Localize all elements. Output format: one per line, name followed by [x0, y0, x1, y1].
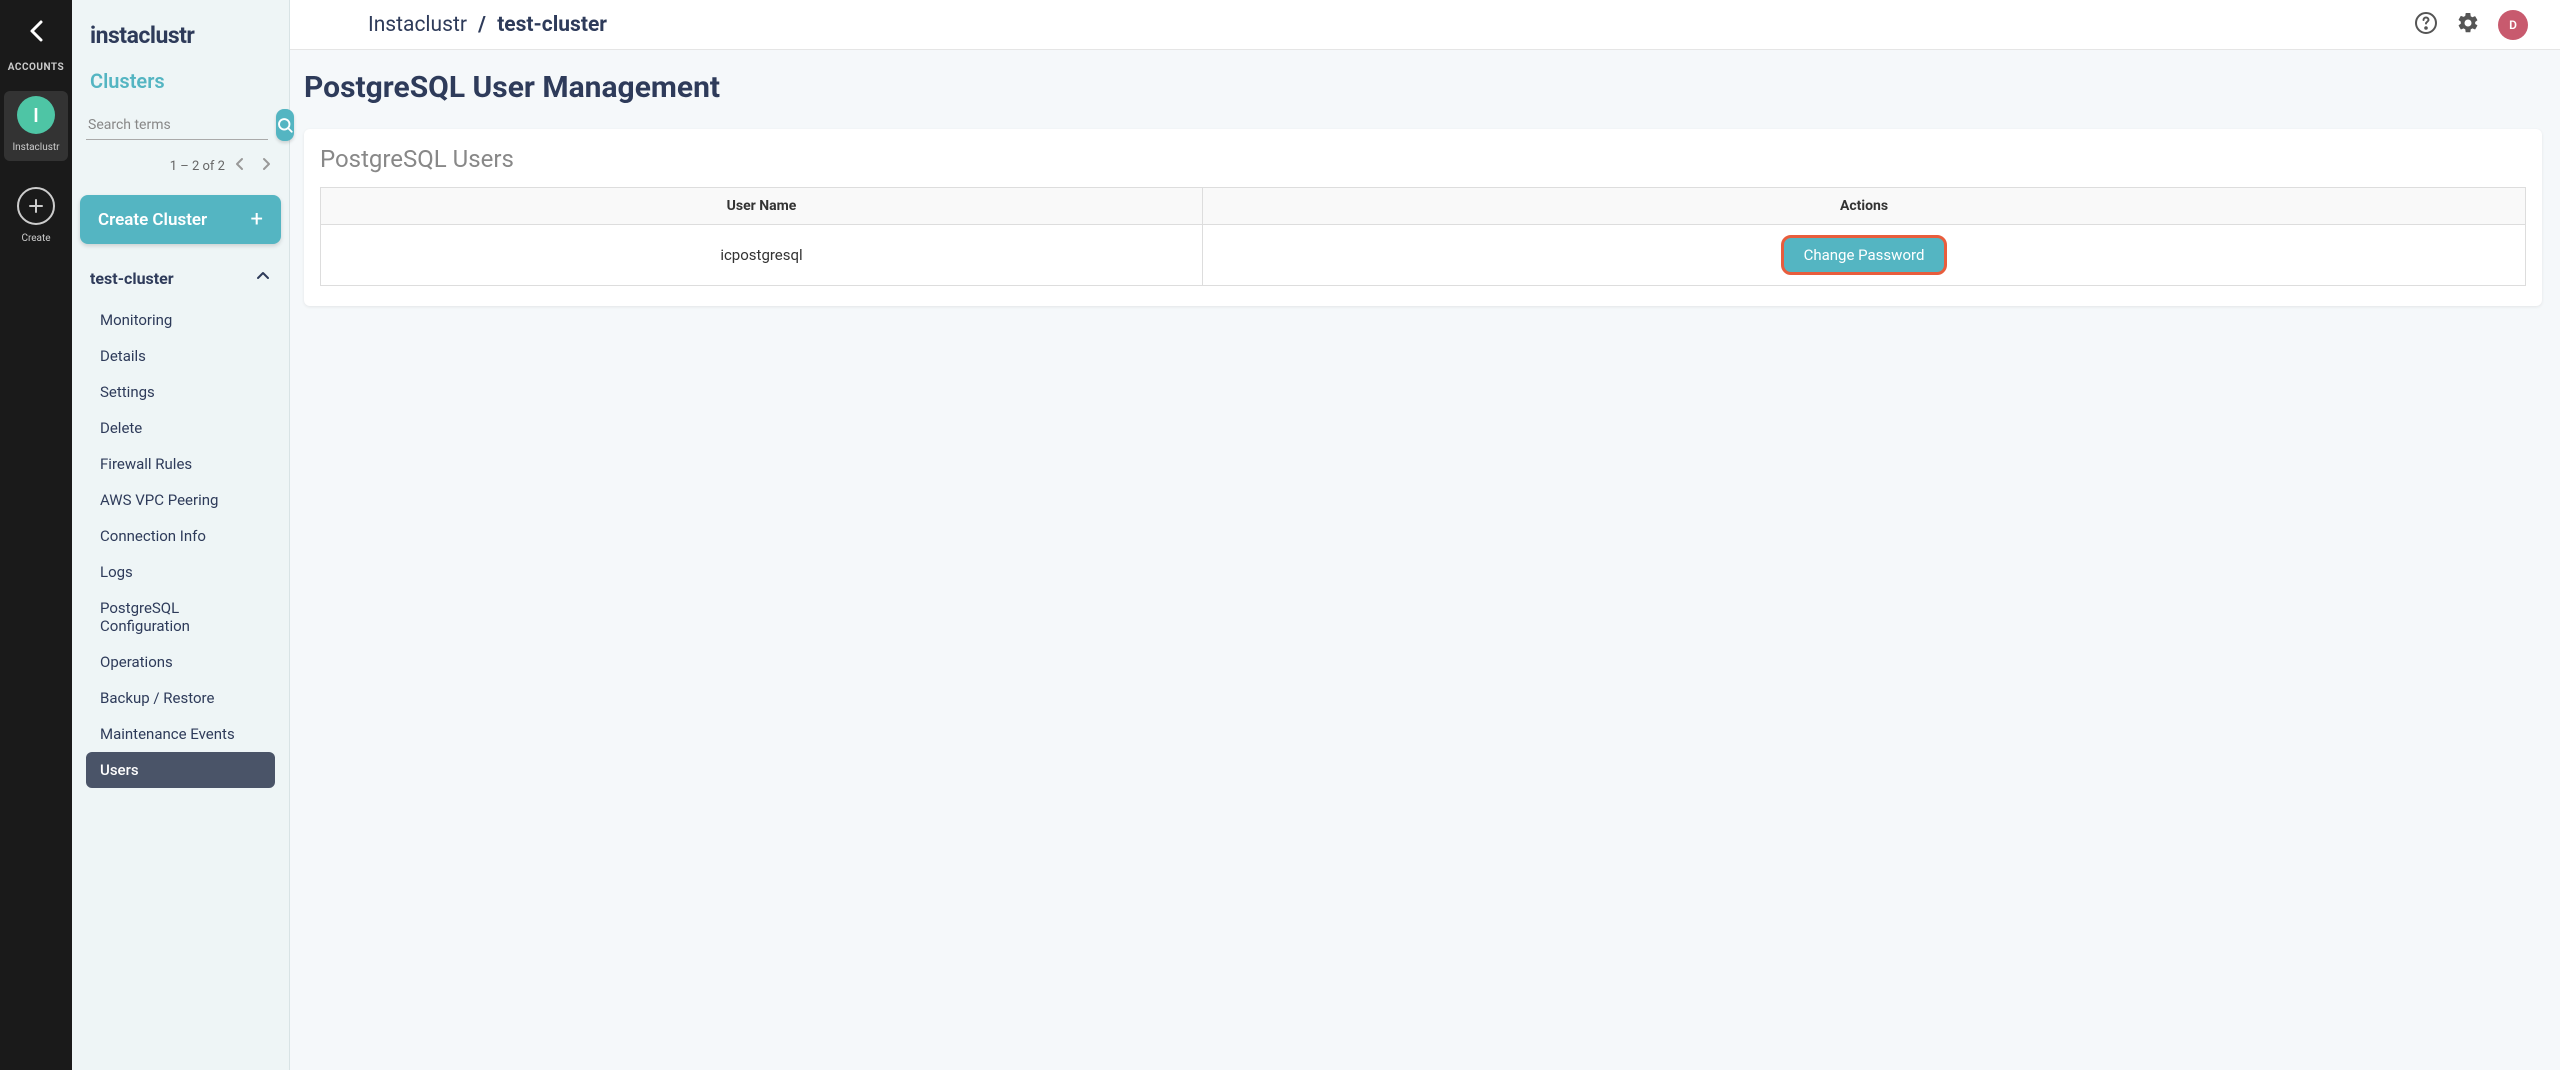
cluster-nav: Monitoring Details Settings Delete Firew…	[72, 302, 289, 788]
nav-details[interactable]: Details	[86, 338, 275, 374]
breadcrumb-main[interactable]: Instaclustr	[368, 13, 467, 37]
clusters-title: Clusters	[72, 59, 289, 103]
table-header-row: User Name Actions	[321, 188, 2526, 225]
nav-operations[interactable]: Operations	[86, 644, 275, 680]
top-icons: D	[2414, 10, 2528, 40]
cell-username: icpostgresql	[321, 225, 1203, 286]
nav-maintenance-events[interactable]: Maintenance Events	[86, 716, 275, 752]
search-input[interactable]	[86, 111, 268, 140]
content-area: PostgreSQL User Management PostgreSQL Us…	[290, 50, 2560, 1070]
account-item-instaclustr[interactable]: I Instaclustr	[4, 91, 68, 161]
top-bar: Instaclustr / test-cluster D	[290, 0, 2560, 50]
user-avatar[interactable]: D	[2498, 10, 2528, 40]
create-cluster-button[interactable]: Create Cluster +	[80, 195, 281, 244]
nav-connection-info[interactable]: Connection Info	[86, 518, 275, 554]
cell-actions: Change Password	[1203, 225, 2526, 286]
users-card: PostgreSQL Users User Name Actions icpos…	[304, 129, 2542, 306]
plus-icon: +	[251, 207, 263, 232]
create-cluster-label: Create Cluster	[98, 210, 207, 230]
logo: instaclustr	[90, 22, 271, 49]
gear-icon[interactable]	[2456, 11, 2480, 39]
nav-postgresql-configuration[interactable]: PostgreSQL Configuration	[86, 590, 275, 644]
nav-delete[interactable]: Delete	[86, 410, 275, 446]
create-account-label: Create	[21, 233, 50, 244]
nav-logs[interactable]: Logs	[86, 554, 275, 590]
help-icon[interactable]	[2414, 11, 2438, 39]
account-avatar-icon: I	[17, 96, 55, 134]
nav-users[interactable]: Users	[86, 752, 275, 788]
nav-monitoring[interactable]: Monitoring	[86, 302, 275, 338]
accounts-sidebar: ACCOUNTS I Instaclustr Create	[0, 0, 72, 1070]
cluster-name-label: test-cluster	[90, 269, 174, 288]
card-title: PostgreSQL Users	[320, 145, 2526, 173]
clusters-panel: instaclustr Clusters 1 – 2 of 2 Create C…	[72, 0, 290, 1070]
pagination-text: 1 – 2 of 2	[170, 159, 225, 174]
create-account-button[interactable]: Create	[17, 187, 55, 244]
nav-settings[interactable]: Settings	[86, 374, 275, 410]
chevron-up-icon	[255, 268, 271, 288]
accounts-label: ACCOUNTS	[8, 62, 64, 73]
table-row: icpostgresql Change Password	[321, 225, 2526, 286]
main-content: Instaclustr / test-cluster D PostgreSQL …	[290, 0, 2560, 1070]
nav-backup-restore[interactable]: Backup / Restore	[86, 680, 275, 716]
nav-aws-vpc-peering[interactable]: AWS VPC Peering	[86, 482, 275, 518]
search-row	[72, 103, 289, 147]
users-table: User Name Actions icpostgresql Change Pa…	[320, 187, 2526, 286]
header-actions: Actions	[1203, 188, 2526, 225]
pagination: 1 – 2 of 2	[72, 147, 289, 185]
pagination-next-icon[interactable]	[255, 155, 277, 177]
back-icon[interactable]	[27, 18, 45, 48]
header-username: User Name	[321, 188, 1203, 225]
change-password-button[interactable]: Change Password	[1781, 235, 1948, 275]
breadcrumb: Instaclustr / test-cluster	[368, 13, 607, 37]
cluster-toggle[interactable]: test-cluster	[72, 254, 289, 302]
logo-area: instaclustr	[72, 0, 289, 59]
account-name-label: Instaclustr	[12, 142, 59, 153]
pagination-prev-icon[interactable]	[229, 155, 251, 177]
breadcrumb-separator: /	[478, 13, 486, 37]
nav-firewall-rules[interactable]: Firewall Rules	[86, 446, 275, 482]
breadcrumb-sub[interactable]: test-cluster	[497, 13, 607, 37]
plus-circle-icon	[17, 187, 55, 225]
page-title: PostgreSQL User Management	[304, 70, 2542, 105]
